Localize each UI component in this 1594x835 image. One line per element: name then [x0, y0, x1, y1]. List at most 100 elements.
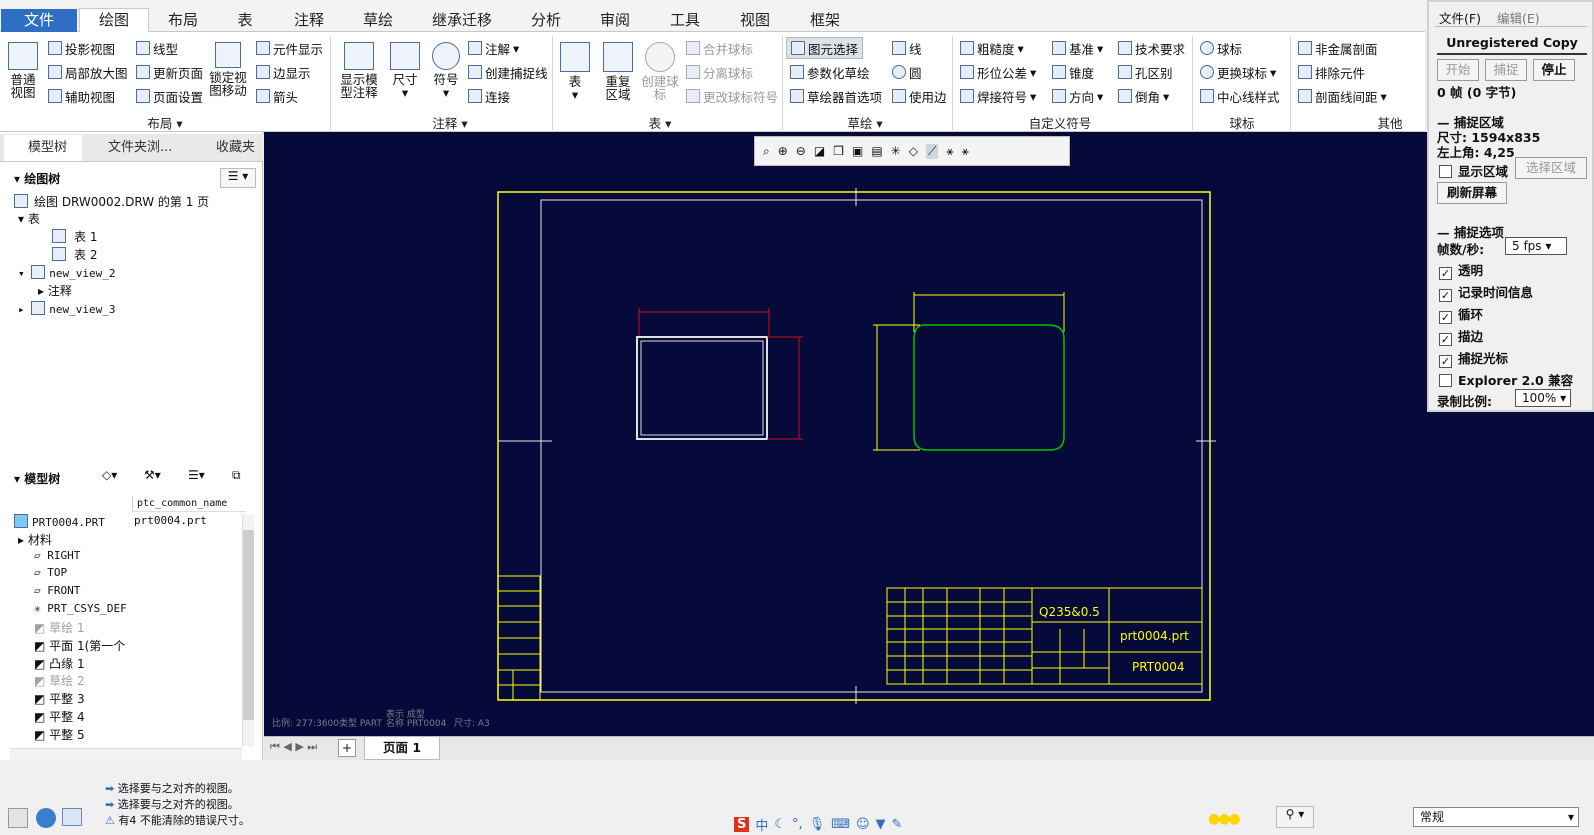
model-tree-settings-button[interactable]: ☰▾: [188, 468, 205, 482]
model-tree-item-material[interactable]: ▸ 材料: [18, 531, 52, 548]
model-tree-filter-icon[interactable]: ⧉: [232, 468, 241, 483]
merge-balloons-button[interactable]: 合并球标: [686, 38, 753, 58]
model-tree-item-flat-4[interactable]: ◩ 平整 4: [34, 708, 85, 725]
graphics-canvas[interactable]: Q235&0.5 prt0004.prt PRT0004 比例: 277:360…: [264, 132, 1594, 760]
change-balloon-button[interactable]: 更换球标 ▾: [1200, 62, 1276, 82]
create-snap-line-button[interactable]: 创建捕捉线: [468, 62, 548, 82]
group-label-sketch[interactable]: 草绘 ▾: [830, 113, 900, 131]
sketcher-preferences-button[interactable]: 草绘器首选项: [790, 86, 882, 106]
tab-file[interactable]: 文件: [1, 9, 77, 32]
model-tree-header[interactable]: ▾ 模型树: [14, 470, 60, 487]
navigator-toggle-icon[interactable]: [8, 808, 28, 828]
panel-tab-folder-browser[interactable]: 文件夹浏...: [84, 135, 190, 161]
gtol-button[interactable]: 形位公差 ▾: [960, 62, 1036, 82]
model-tree-vscrollbar[interactable]: [242, 514, 254, 746]
capture-menu-edit[interactable]: 编辑(E): [1497, 8, 1540, 27]
ime-toolbar[interactable]: S 中 ☾ °, 🎙 ⌨ ☺ ▼ ✎: [734, 814, 934, 834]
model-tree-show-button[interactable]: ◇▾: [102, 468, 117, 482]
tree-item-view-3[interactable]: ▸ new_view_3: [18, 301, 115, 316]
zoom-out-icon[interactable]: ⊖: [796, 144, 806, 158]
tab-view[interactable]: 视图: [720, 9, 790, 32]
repaint-icon[interactable]: ◪: [814, 144, 825, 158]
option-transparent[interactable]: ✓ 透明: [1439, 260, 1483, 280]
model-tree-root[interactable]: PRT0004.PRT: [14, 514, 105, 529]
model-tree-item-flange-1[interactable]: ◩ 凸缘 1: [34, 655, 85, 672]
capture-snap-button[interactable]: 捕捉: [1485, 59, 1527, 81]
capture-start-button[interactable]: 开始: [1437, 59, 1479, 81]
tab-analysis[interactable]: 分析: [512, 9, 580, 32]
line-style-button[interactable]: 线型: [136, 38, 178, 58]
page-setup-button[interactable]: 页面设置: [136, 86, 203, 106]
capture-stop-button[interactable]: 停止: [1533, 59, 1575, 81]
tab-frame[interactable]: 框架: [790, 9, 860, 32]
table-button[interactable]: 表 ▾: [558, 42, 592, 101]
model-tree-item-top[interactable]: ▱ TOP: [34, 566, 67, 579]
model-tree-item-flat-5[interactable]: ◩ 平整 5: [34, 726, 85, 743]
auxiliary-view-button[interactable]: 辅助视图: [48, 86, 115, 106]
column-header-common-name[interactable]: ptc_common_name: [132, 496, 246, 512]
exclude-component-button[interactable]: 排除元件: [1298, 62, 1365, 82]
group-label-layout[interactable]: 布局 ▾: [110, 113, 220, 131]
detail-view-button[interactable]: 局部放大图: [48, 62, 128, 82]
drawing-tree-header[interactable]: ▾ 绘图树: [14, 170, 60, 187]
tree-item-table-1[interactable]: 表 1: [52, 228, 97, 245]
add-page-button[interactable]: +: [338, 739, 356, 757]
ratio-select[interactable]: 100% ▾: [1515, 389, 1571, 407]
tab-table[interactable]: 表: [216, 9, 274, 32]
select-entity-button[interactable]: 图元选择: [786, 37, 864, 59]
datum-button[interactable]: 基准 ▾: [1052, 38, 1103, 58]
capture-menu-file[interactable]: 文件(F): [1439, 8, 1481, 27]
symbol-button[interactable]: 符号 ▾: [426, 42, 466, 99]
option-loop[interactable]: ✓ 循环: [1439, 304, 1483, 324]
taper-button[interactable]: 锥度: [1052, 62, 1094, 82]
line-button[interactable]: 线: [892, 38, 922, 58]
model-tree-item-sketch-2[interactable]: ◩ 草绘 2: [34, 672, 85, 689]
model-tree-tools-button[interactable]: ⚒▾: [144, 468, 161, 482]
balloon-button[interactable]: 球标: [1200, 38, 1242, 58]
select-region-button[interactable]: 选择区域: [1515, 157, 1587, 179]
change-balloon-symbol-button[interactable]: 更改球标符号: [686, 86, 778, 106]
model-tree-item-flat-3[interactable]: ◩ 平整 3: [34, 690, 85, 707]
page-nav-first-icon[interactable]: ⏮ ◀ ▶ ⏭: [270, 740, 317, 754]
model-tree-item-sketch-1[interactable]: ◩ 草绘 1: [34, 619, 85, 636]
split-balloons-button[interactable]: 分离球标: [686, 62, 753, 82]
direction-button[interactable]: 方向 ▾: [1052, 86, 1103, 106]
snap-icon[interactable]: ⟋: [925, 143, 939, 159]
find-button[interactable]: ⚲ ▾: [1276, 806, 1314, 828]
display-style-icon[interactable]: ❒: [833, 144, 844, 158]
tech-requirements-button[interactable]: 技术要求: [1118, 38, 1185, 58]
model-tree-item-csys[interactable]: ✳ PRT_CSYS_DEF: [34, 602, 127, 615]
show-region-checkbox[interactable]: 显示区域: [1439, 161, 1508, 180]
tab-review[interactable]: 审阅: [580, 9, 650, 32]
annotation-display-icon[interactable]: ◇: [909, 144, 918, 158]
model-tree-hscrollbar[interactable]: [10, 748, 242, 760]
roughness-button[interactable]: 粗糙度 ▾: [960, 38, 1024, 58]
browser-toggle-icon[interactable]: [36, 808, 56, 828]
tab-legacy-migration[interactable]: 继承迁移: [412, 9, 512, 32]
model-tree-item-right[interactable]: ▱ RIGHT: [34, 549, 80, 562]
general-view-button[interactable]: 普通 视图: [4, 42, 42, 99]
tree-item-view-2[interactable]: ▾ new_view_2: [18, 265, 115, 280]
hole-distinction-button[interactable]: 孔区别: [1118, 62, 1173, 82]
option-capture-cursor[interactable]: ✓ 捕捉光标: [1439, 348, 1508, 368]
filter-select[interactable]: 常规 ▾: [1413, 807, 1579, 827]
circle-button[interactable]: 圆: [892, 62, 922, 82]
grid-icon[interactable]: ⚹: [962, 144, 969, 159]
model-tree-item-plane-1[interactable]: ◩ 平面 1(第一个: [34, 637, 125, 654]
option-outline[interactable]: ✓ 描边: [1439, 326, 1483, 346]
arrow-button[interactable]: 箭头: [256, 86, 298, 106]
layers-icon[interactable]: ▤: [871, 144, 882, 158]
datum-display-icon[interactable]: ✳: [891, 144, 901, 158]
dimension-button[interactable]: 尺寸 ▾: [386, 42, 424, 99]
weld-symbol-button[interactable]: 焊接符号 ▾: [960, 86, 1036, 106]
component-display-button[interactable]: 元件显示: [256, 38, 323, 58]
option-explorer-compat[interactable]: Explorer 2.0 兼容: [1439, 370, 1573, 389]
tab-drawing[interactable]: 绘图: [79, 8, 149, 33]
parametric-sketch-button[interactable]: 参数化草绘: [790, 62, 870, 82]
update-sheets-button[interactable]: 更新页面: [136, 62, 203, 82]
edge-display-button[interactable]: 边显示: [256, 62, 311, 82]
tree-item-table-2[interactable]: 表 2: [52, 246, 97, 263]
tree-item-annotations[interactable]: ▸ 注释: [38, 282, 72, 299]
connect-button[interactable]: 连接: [468, 86, 510, 106]
model-tree-item-front[interactable]: ▱ FRONT: [34, 584, 80, 597]
